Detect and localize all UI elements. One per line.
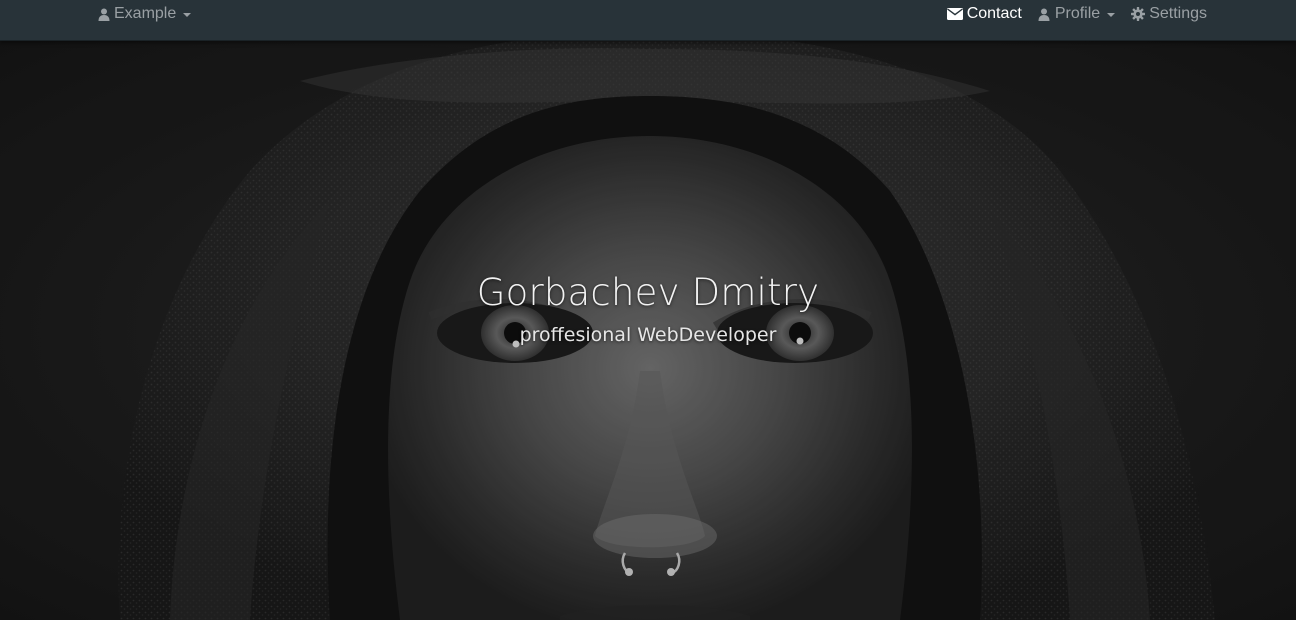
hero-section: Gorbachev Dmitry proffesional WebDevelop… bbox=[0, 41, 1296, 620]
navbar-left: Example bbox=[97, 0, 192, 28]
user-icon bbox=[1038, 7, 1051, 21]
gear-icon bbox=[1131, 7, 1146, 21]
contact-label: Contact bbox=[966, 5, 1022, 22]
example-label: Example bbox=[114, 5, 177, 22]
envelope-icon bbox=[946, 7, 963, 21]
hero-subtitle: proffesional WebDeveloper bbox=[519, 324, 777, 346]
hero-text: Gorbachev Dmitry proffesional WebDevelop… bbox=[0, 269, 1296, 347]
chevron-down-icon bbox=[1107, 13, 1116, 17]
top-navbar: Example Contact Profile Settings bbox=[0, 0, 1296, 41]
example-dropdown[interactable]: Example bbox=[97, 5, 192, 23]
hero-title: Gorbachev Dmitry bbox=[476, 271, 820, 314]
navbar-right: Contact Profile Settings bbox=[946, 0, 1207, 28]
contact-link[interactable]: Contact bbox=[946, 5, 1022, 23]
profile-dropdown[interactable]: Profile bbox=[1038, 5, 1116, 23]
settings-label: Settings bbox=[1149, 5, 1207, 22]
chevron-down-icon bbox=[183, 13, 192, 17]
profile-label: Profile bbox=[1054, 5, 1101, 22]
user-icon bbox=[97, 7, 110, 21]
settings-link[interactable]: Settings bbox=[1131, 5, 1207, 23]
